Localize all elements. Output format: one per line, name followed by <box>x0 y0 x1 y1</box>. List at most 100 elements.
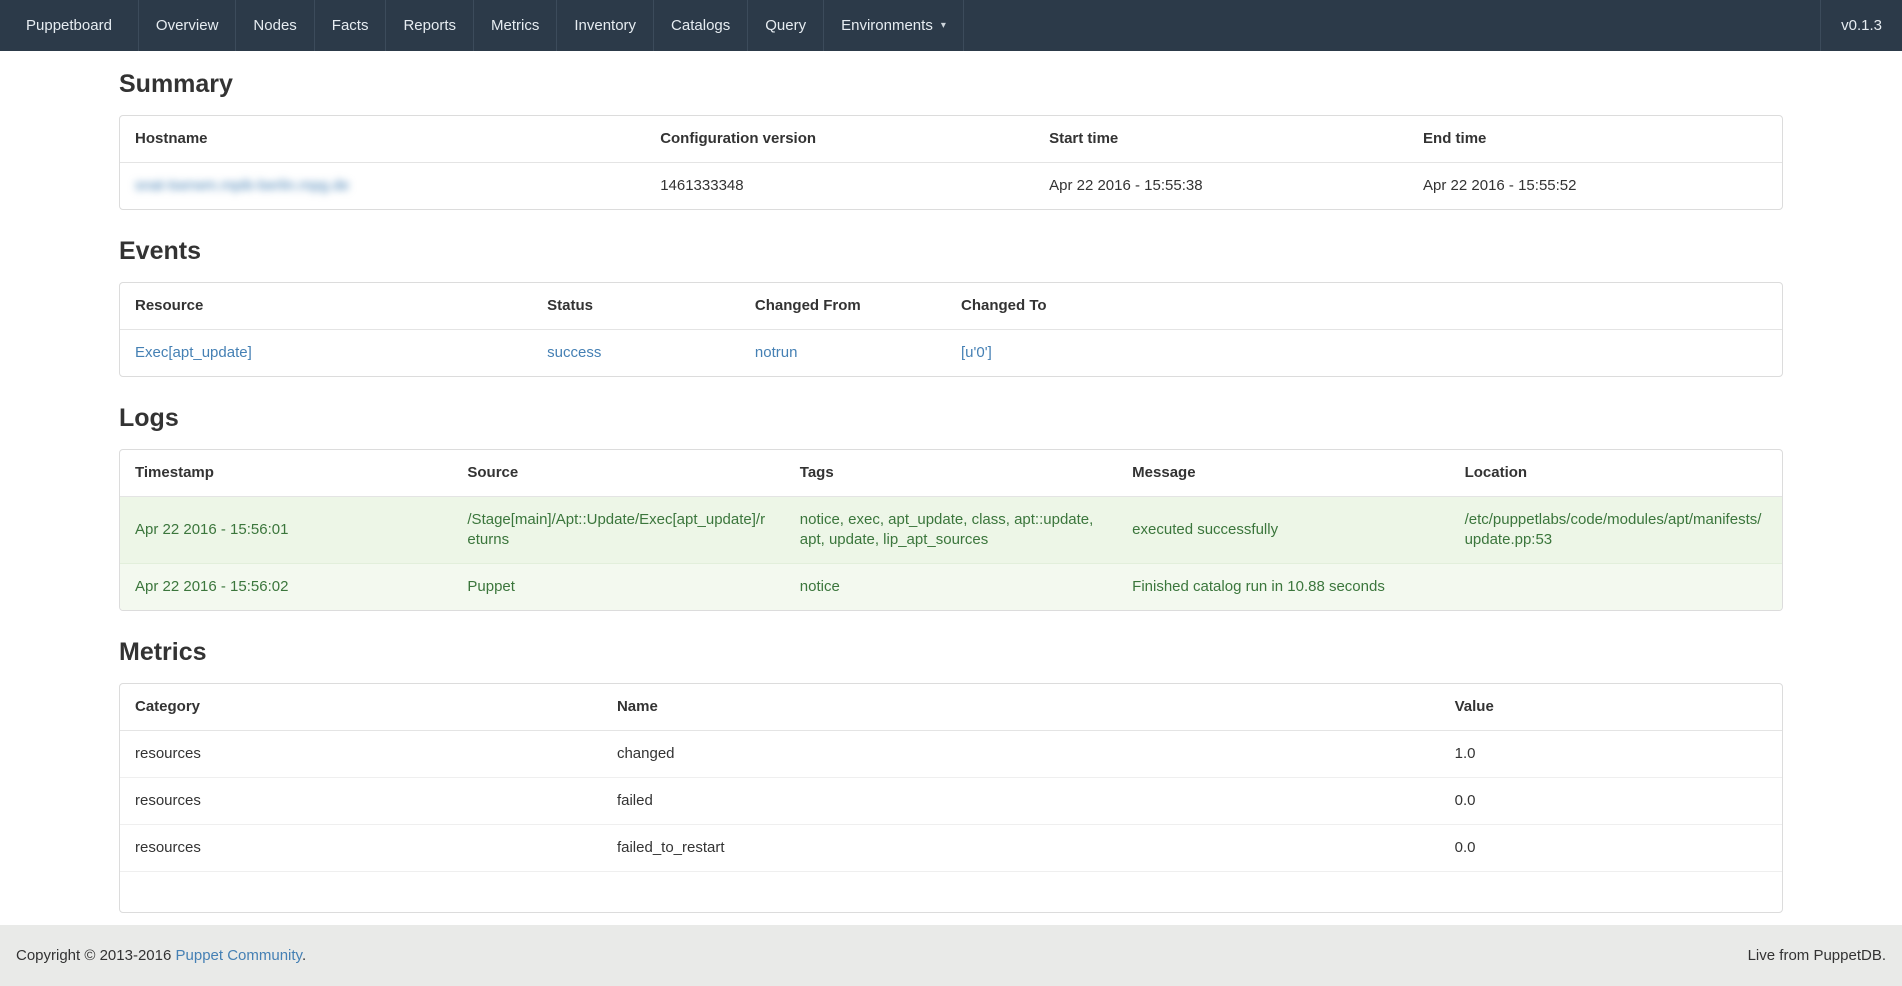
events-section-title: Events <box>119 237 1783 266</box>
metric-value-cell: 0.0 <box>1440 778 1782 825</box>
nav-item-overview[interactable]: Overview <box>139 0 237 51</box>
main-content: Summary Hostname Configuration version S… <box>119 70 1783 913</box>
logs-header-row: Timestamp Source Tags Message Location <box>120 450 1782 497</box>
chevron-down-icon: ▾ <box>941 20 946 31</box>
logs-panel: Timestamp Source Tags Message Location A… <box>119 449 1783 611</box>
log-tags-cell: notice, exec, apt_update, class, apt::up… <box>785 497 1117 564</box>
nav-label: Catalogs <box>671 17 730 34</box>
copyright-prefix: Copyright © 2013-2016 <box>16 947 176 964</box>
nav-item-facts[interactable]: Facts <box>315 0 387 51</box>
status-cell: success <box>532 330 740 377</box>
nav-label: Reports <box>403 17 456 34</box>
metric-category-cell: resources <box>120 731 602 778</box>
log-row: Apr 22 2016 - 15:56:01 /Stage[main]/Apt:… <box>120 497 1782 564</box>
events-col-resource: Resource <box>120 283 532 330</box>
nav-label: Metrics <box>491 17 539 34</box>
summary-panel: Hostname Configuration version Start tim… <box>119 115 1783 210</box>
copyright-suffix: . <box>302 947 306 964</box>
navbar-brand-puppetboard[interactable]: Puppetboard <box>0 0 139 51</box>
hostname-link[interactable]: snat-tserwm.mpib-berlin.mpg.de <box>135 177 349 194</box>
summary-table: Hostname Configuration version Start tim… <box>120 116 1782 209</box>
logs-col-location: Location <box>1450 450 1782 497</box>
event-row: Exec[apt_update] success notrun [u'0'] <box>120 330 1782 377</box>
resource-cell: Exec[apt_update] <box>120 330 532 377</box>
start-time-cell: Apr 22 2016 - 15:55:38 <box>1034 163 1408 210</box>
puppet-community-link[interactable]: Puppet Community <box>176 947 302 964</box>
summary-header-row: Hostname Configuration version Start tim… <box>120 116 1782 163</box>
summary-col-start-time: Start time <box>1034 116 1408 163</box>
logs-col-tags: Tags <box>785 450 1117 497</box>
metrics-col-category: Category <box>120 684 602 731</box>
metrics-col-value: Value <box>1440 684 1782 731</box>
log-location-cell: /etc/puppetlabs/code/modules/apt/manifes… <box>1450 497 1782 564</box>
nav-item-nodes[interactable]: Nodes <box>236 0 314 51</box>
events-col-changed-from: Changed From <box>740 283 946 330</box>
nav-label: Facts <box>332 17 369 34</box>
metric-category-cell: resources <box>120 778 602 825</box>
nav-label: Overview <box>156 17 219 34</box>
logs-col-source: Source <box>452 450 784 497</box>
metric-row: resources changed 1.0 <box>120 731 1782 778</box>
logs-table: Timestamp Source Tags Message Location A… <box>120 450 1782 610</box>
changed-from-link[interactable]: notrun <box>755 344 798 361</box>
environments-dropdown[interactable]: Environments ▾ <box>824 0 964 51</box>
metrics-table: Category Name Value resources changed 1.… <box>120 684 1782 912</box>
brand-label: Puppetboard <box>26 17 112 34</box>
top-navbar: Puppetboard Overview Nodes Facts Reports… <box>0 0 1902 51</box>
log-source-cell: /Stage[main]/Apt::Update/Exec[apt_update… <box>452 497 784 564</box>
events-header-row: Resource Status Changed From Changed To <box>120 283 1782 330</box>
summary-col-hostname: Hostname <box>120 116 645 163</box>
changed-to-link[interactable]: [u'0'] <box>961 344 992 361</box>
nav-item-reports[interactable]: Reports <box>386 0 474 51</box>
metrics-header-row: Category Name Value <box>120 684 1782 731</box>
nav-label: Query <box>765 17 806 34</box>
summary-section-title: Summary <box>119 70 1783 99</box>
events-col-status: Status <box>532 283 740 330</box>
environments-label: Environments <box>841 17 933 34</box>
nav-label: Nodes <box>253 17 296 34</box>
metrics-section-title: Metrics <box>119 638 1783 667</box>
nav-item-metrics[interactable]: Metrics <box>474 0 557 51</box>
copyright-text: Copyright © 2013-2016 Puppet Community. <box>16 947 1748 964</box>
metrics-panel: Category Name Value resources changed 1.… <box>119 683 1783 913</box>
summary-row: snat-tserwm.mpib-berlin.mpg.de 146133334… <box>120 163 1782 210</box>
changed-to-cell: [u'0'] <box>946 330 1782 377</box>
events-panel: Resource Status Changed From Changed To … <box>119 282 1783 377</box>
live-from-puppetdb-text: Live from PuppetDB. <box>1748 947 1886 964</box>
logs-col-timestamp: Timestamp <box>120 450 452 497</box>
summary-col-end-time: End time <box>1408 116 1782 163</box>
nav-item-catalogs[interactable]: Catalogs <box>654 0 748 51</box>
nav-label: Inventory <box>574 17 636 34</box>
log-row: Apr 22 2016 - 15:56:02 Puppet notice Fin… <box>120 564 1782 611</box>
navbar-spacer <box>964 0 1820 51</box>
logs-col-message: Message <box>1117 450 1449 497</box>
summary-col-config-version: Configuration version <box>645 116 1034 163</box>
version-label: v0.1.3 <box>1841 17 1882 34</box>
version-badge: v0.1.3 <box>1820 0 1902 51</box>
resource-link[interactable]: Exec[apt_update] <box>135 344 252 361</box>
metric-row-clipped <box>120 872 1782 912</box>
nav-item-inventory[interactable]: Inventory <box>557 0 654 51</box>
status-link[interactable]: success <box>547 344 601 361</box>
metric-name-cell: changed <box>602 731 1440 778</box>
metric-category-cell: resources <box>120 825 602 872</box>
log-location-cell <box>1450 564 1782 611</box>
events-col-changed-to: Changed To <box>946 283 1782 330</box>
metrics-col-name: Name <box>602 684 1440 731</box>
metric-value-cell: 0.0 <box>1440 825 1782 872</box>
log-tags-cell: notice <box>785 564 1117 611</box>
metric-name-cell: failed <box>602 778 1440 825</box>
log-timestamp-cell: Apr 22 2016 - 15:56:01 <box>120 497 452 564</box>
end-time-cell: Apr 22 2016 - 15:55:52 <box>1408 163 1782 210</box>
changed-from-cell: notrun <box>740 330 946 377</box>
metric-name-cell: failed_to_restart <box>602 825 1440 872</box>
config-version-cell: 1461333348 <box>645 163 1034 210</box>
log-timestamp-cell: Apr 22 2016 - 15:56:02 <box>120 564 452 611</box>
hostname-cell: snat-tserwm.mpib-berlin.mpg.de <box>120 163 645 210</box>
log-message-cell: executed successfully <box>1117 497 1449 564</box>
logs-section-title: Logs <box>119 404 1783 433</box>
page-footer: Copyright © 2013-2016 Puppet Community. … <box>0 925 1902 986</box>
metric-row: resources failed 0.0 <box>120 778 1782 825</box>
events-table: Resource Status Changed From Changed To … <box>120 283 1782 376</box>
nav-item-query[interactable]: Query <box>748 0 824 51</box>
